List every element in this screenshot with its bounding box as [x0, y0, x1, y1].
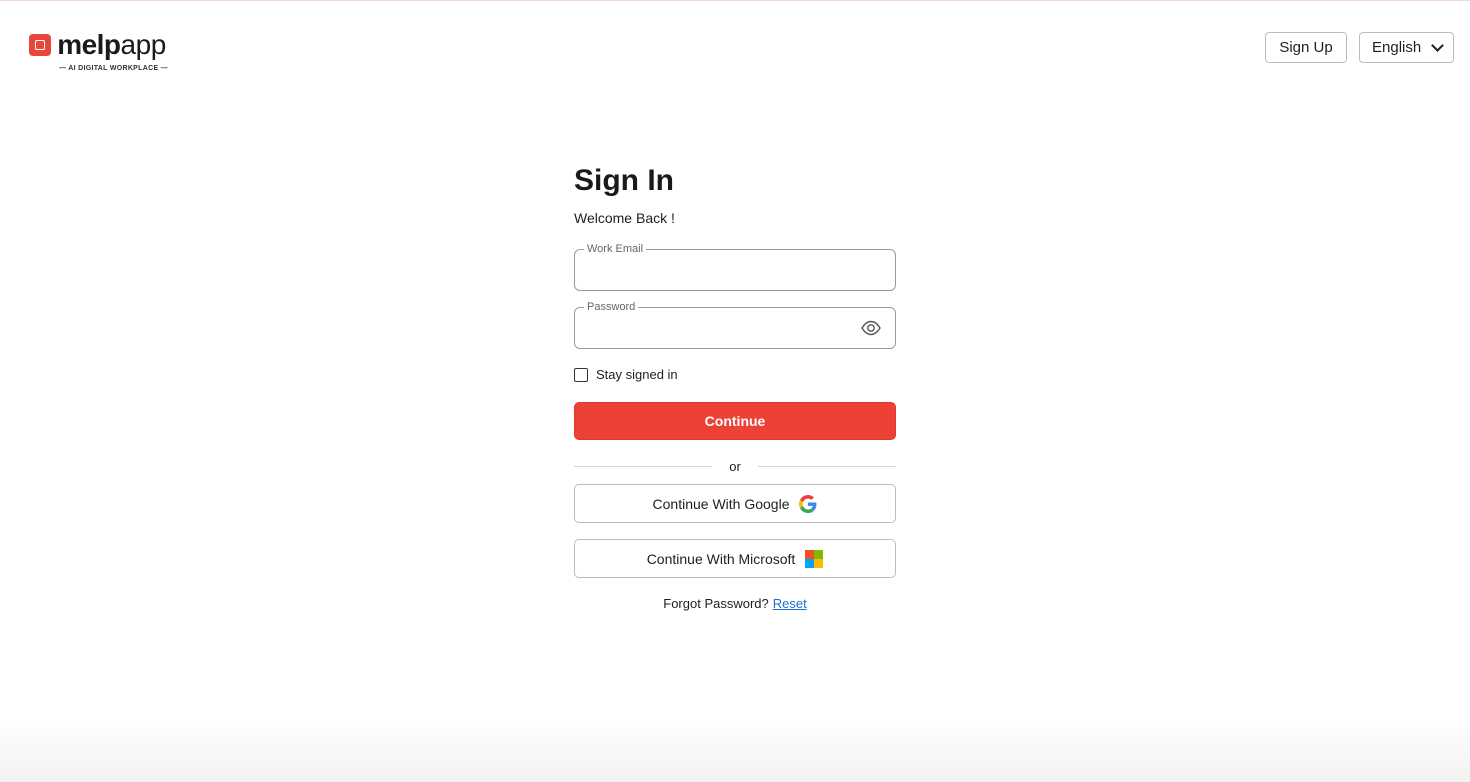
stay-signed-in[interactable]: Stay signed in — [574, 367, 896, 382]
divider-text: or — [729, 458, 741, 474]
welcome-text: Welcome Back ! — [574, 210, 675, 226]
divider-line-right — [758, 465, 896, 467]
eye-icon[interactable] — [861, 320, 881, 336]
logo-tagline: — AI DIGITAL WORKPLACE — — [59, 65, 168, 72]
chevron-down-icon — [1431, 38, 1444, 52]
sign-in-page: melpapp — AI DIGITAL WORKPLACE — Sign Up… — [0, 0, 1470, 782]
google-button-label: Continue With Google — [652, 495, 790, 512]
stay-signed-in-checkbox[interactable] — [574, 367, 588, 382]
email-field: Work Email — [574, 242, 896, 291]
forgot-password: Forgot Password? Reset — [574, 596, 896, 611]
language-select[interactable]: English — [1359, 32, 1454, 63]
google-icon — [799, 494, 817, 513]
continue-with-google-button[interactable]: Continue With Google — [574, 484, 896, 523]
logo-wordmark: melpapp — [57, 29, 166, 60]
password-field: Password — [574, 300, 896, 349]
sign-in-form: Sign In Welcome Back ! Work Email Passwo… — [574, 161, 896, 611]
or-divider: or — [574, 458, 896, 474]
page-title: Sign In — [574, 164, 674, 197]
email-label: Work Email — [584, 242, 647, 256]
continue-button[interactable]: Continue — [574, 402, 896, 440]
password-input[interactable] — [575, 308, 895, 348]
continue-with-microsoft-button[interactable]: Continue With Microsoft — [574, 539, 896, 578]
microsoft-icon — [805, 549, 824, 568]
email-input[interactable] — [575, 250, 895, 290]
reset-link[interactable]: Reset — [773, 596, 807, 611]
melp-logo-icon — [29, 34, 52, 56]
microsoft-button-label: Continue With Microsoft — [646, 550, 796, 567]
stay-signed-in-label: Stay signed in — [596, 367, 678, 382]
language-value: English — [1372, 39, 1422, 56]
sign-up-button[interactable]: Sign Up — [1265, 32, 1347, 63]
password-label: Password — [584, 300, 639, 314]
divider-line-left — [574, 465, 712, 467]
melpapp-logo[interactable]: melpapp — AI DIGITAL WORKPLACE — — [27, 31, 168, 72]
forgot-password-text: Forgot Password? — [663, 596, 769, 611]
